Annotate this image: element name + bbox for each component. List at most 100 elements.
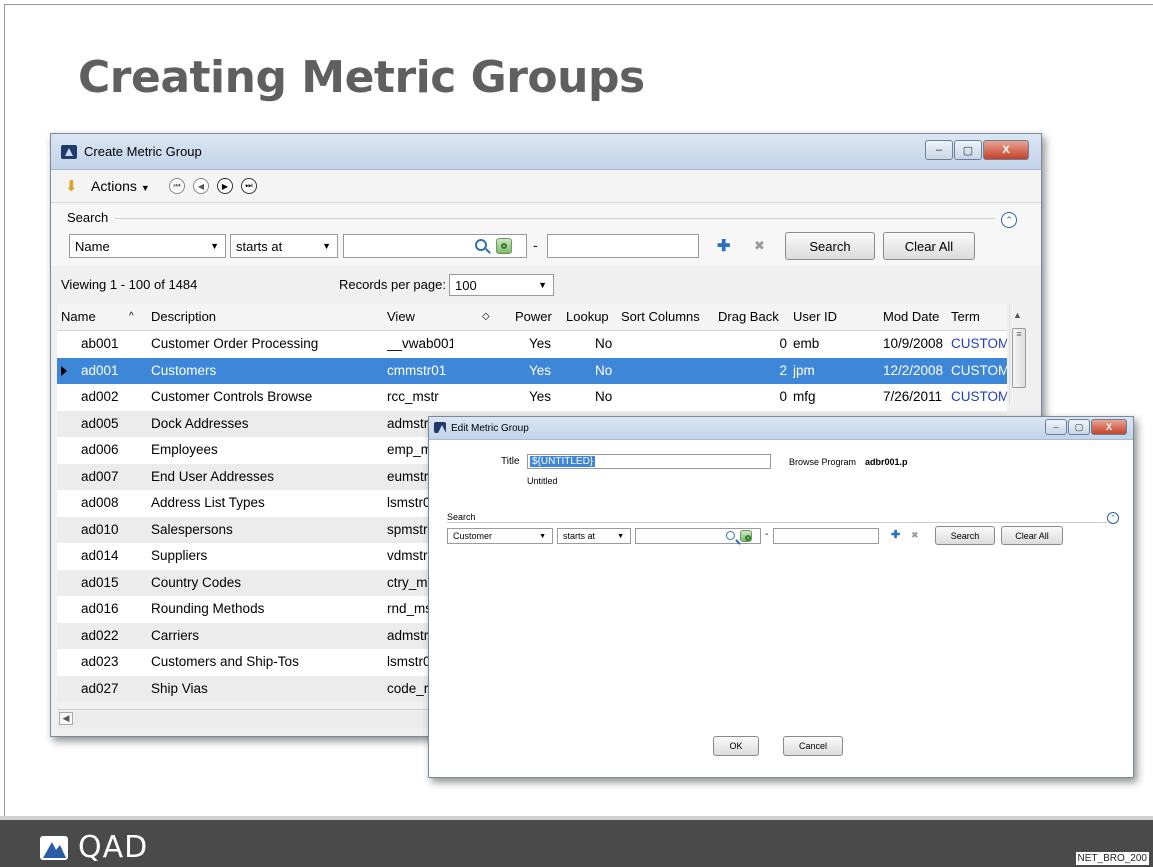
next-record-icon[interactable]: ▶ [217, 178, 233, 194]
search-operator-select[interactable]: starts at ▼ [230, 234, 338, 258]
slide: Creating Metric Groups Create Metric Gro… [0, 0, 1153, 867]
first-record-icon[interactable]: ⏮ [169, 178, 185, 194]
records-per-page-select[interactable]: 100 ▼ [449, 274, 554, 296]
ok-button[interactable]: OK [713, 736, 759, 756]
add-criteria-icon[interactable]: ✚ [891, 528, 900, 541]
cell-name: ad007 [81, 468, 119, 484]
scrollbar-thumb[interactable]: ≡ [1012, 328, 1026, 388]
search-panel: Search ⌃ Name ▼ starts at ▼ - ✚ ✖ Search… [51, 204, 1041, 266]
table-row[interactable]: ad001 Customers cmmstr01 Yes No 2 jpm 12/2/2008… [57, 357, 1007, 384]
search-button[interactable]: Search [785, 232, 875, 260]
close-button[interactable]: X [1091, 419, 1127, 435]
cell-term[interactable]: CUSTOM [951, 363, 1007, 378]
scroll-up-icon[interactable]: ▲ [1013, 310, 1022, 320]
search-from-input[interactable] [343, 234, 527, 258]
column-header-name[interactable]: Name [61, 309, 96, 324]
column-header-lookup[interactable]: Lookup [566, 309, 609, 324]
cell-description: Rounding Methods [151, 601, 265, 616]
search-field-value: Name [75, 238, 110, 254]
cell-term[interactable]: CUSTOM [951, 389, 1007, 404]
pin-icon[interactable]: ⬇ [65, 177, 78, 195]
cell-description: Carriers [151, 627, 200, 643]
actions-menu[interactable]: Actions ▼ [91, 178, 150, 194]
cell-name: ad027 [81, 680, 119, 696]
minimize-button[interactable]: – [925, 140, 953, 160]
table-row[interactable]: ab001 Customer Order Processing __vwab001 Y… [57, 331, 1007, 358]
sort-toggle-icon: ◇ [482, 311, 490, 322]
cell-view: cmmstr01 [387, 362, 447, 378]
cell-description: Suppliers [151, 548, 208, 563]
column-header-power[interactable]: Power [515, 309, 552, 324]
lookup-search-icon[interactable] [475, 239, 487, 251]
cell-drag-back: 0 [779, 389, 787, 404]
records-per-page-value: 100 [455, 277, 477, 293]
search-field-select[interactable]: Customer ▼ [447, 528, 553, 544]
column-header-user-id[interactable]: User ID [793, 309, 837, 324]
search-from-input[interactable] [635, 528, 761, 544]
chevron-down-icon: ▼ [539, 532, 546, 540]
cell-name: ad005 [81, 415, 119, 431]
chevron-down-icon: ▼ [140, 183, 150, 193]
cell-description: End User Addresses [151, 468, 275, 484]
add-criteria-icon[interactable]: ✚ [717, 236, 730, 256]
slide-code: NET_BRO_200 [1075, 852, 1149, 865]
restore-button[interactable]: ▢ [1068, 419, 1090, 435]
divider [115, 218, 995, 219]
vertical-scrollbar[interactable]: ▲ ≡ [1009, 304, 1028, 404]
title-bar[interactable]: Create Metric Group – ▢ X [51, 134, 1041, 170]
title-bar[interactable]: Edit Metric Group – ▢ X [429, 417, 1133, 440]
window-title: Edit Metric Group [451, 423, 529, 434]
records-per-page-label: Records per page: [339, 277, 446, 292]
restore-button[interactable]: ▢ [954, 140, 982, 160]
table-row[interactable]: ad002 Customer Controls Browse rcc_mstr Yes… [57, 384, 1007, 411]
search-to-input[interactable] [773, 528, 879, 544]
app-icon [434, 422, 446, 433]
refresh-icon[interactable] [496, 238, 512, 254]
cell-name: ad010 [81, 521, 119, 537]
window-title: Create Metric Group [84, 144, 202, 159]
column-header-term[interactable]: Term [951, 309, 980, 324]
column-header-view[interactable]: View [387, 309, 415, 324]
column-header-mod-date[interactable]: Mod Date [883, 309, 939, 324]
title-input[interactable]: ${UNTITLED} [527, 454, 771, 469]
cancel-button[interactable]: Cancel [783, 736, 843, 756]
cell-name: ad016 [81, 601, 119, 616]
close-button[interactable]: X [983, 140, 1029, 160]
column-header-drag-back[interactable]: Drag Back [718, 309, 779, 324]
search-button[interactable]: Search [935, 526, 995, 545]
actions-label: Actions [91, 178, 137, 194]
lookup-search-icon[interactable] [726, 531, 735, 540]
viewing-count: Viewing 1 - 100 of 1484 [61, 277, 198, 292]
cell-description: Salespersons [151, 521, 233, 537]
edit-form: Title ${UNTITLED} Untitled Browse Progra… [429, 440, 1133, 777]
last-record-icon[interactable]: ⏭ [241, 178, 257, 194]
cell-user-id: emb [793, 336, 820, 351]
browse-program-label: Browse Program [789, 457, 857, 467]
search-operator-select[interactable]: starts at ▼ [557, 528, 631, 544]
cell-description: Customer Controls Browse [151, 389, 313, 404]
collapse-icon[interactable]: ⌃ [1001, 212, 1017, 228]
column-header-description[interactable]: Description [151, 309, 216, 324]
refresh-icon[interactable] [740, 530, 752, 542]
cell-term[interactable]: CUSTOM [951, 336, 1007, 351]
cell-name: ad002 [81, 389, 119, 404]
edit-metric-group-window: Edit Metric Group – ▢ X Title ${UNTITLED… [428, 416, 1134, 778]
browse-program-value: adbr001.p [865, 457, 908, 467]
cell-lookup: No [595, 389, 613, 404]
remove-criteria-icon[interactable]: ✖ [754, 238, 765, 254]
cell-name: ad008 [81, 495, 119, 510]
cell-name: ad022 [81, 627, 119, 643]
previous-record-icon[interactable]: ◀ [193, 178, 209, 194]
clear-all-button[interactable]: Clear All [1001, 526, 1063, 545]
collapse-icon[interactable]: ⌃ [1107, 512, 1119, 524]
minimize-button[interactable]: – [1045, 419, 1067, 435]
slide-border [4, 4, 1153, 5]
column-header-sort-columns[interactable]: Sort Columns [621, 309, 700, 324]
footer-logo-text: QAD [78, 830, 149, 865]
clear-all-button[interactable]: Clear All [883, 232, 975, 260]
search-operator-value: starts at [236, 238, 283, 254]
remove-criteria-icon[interactable]: ✖ [911, 530, 919, 541]
scroll-left-icon[interactable]: ◀ [59, 712, 73, 725]
search-field-select[interactable]: Name ▼ [69, 234, 226, 258]
search-to-input[interactable] [547, 234, 699, 258]
